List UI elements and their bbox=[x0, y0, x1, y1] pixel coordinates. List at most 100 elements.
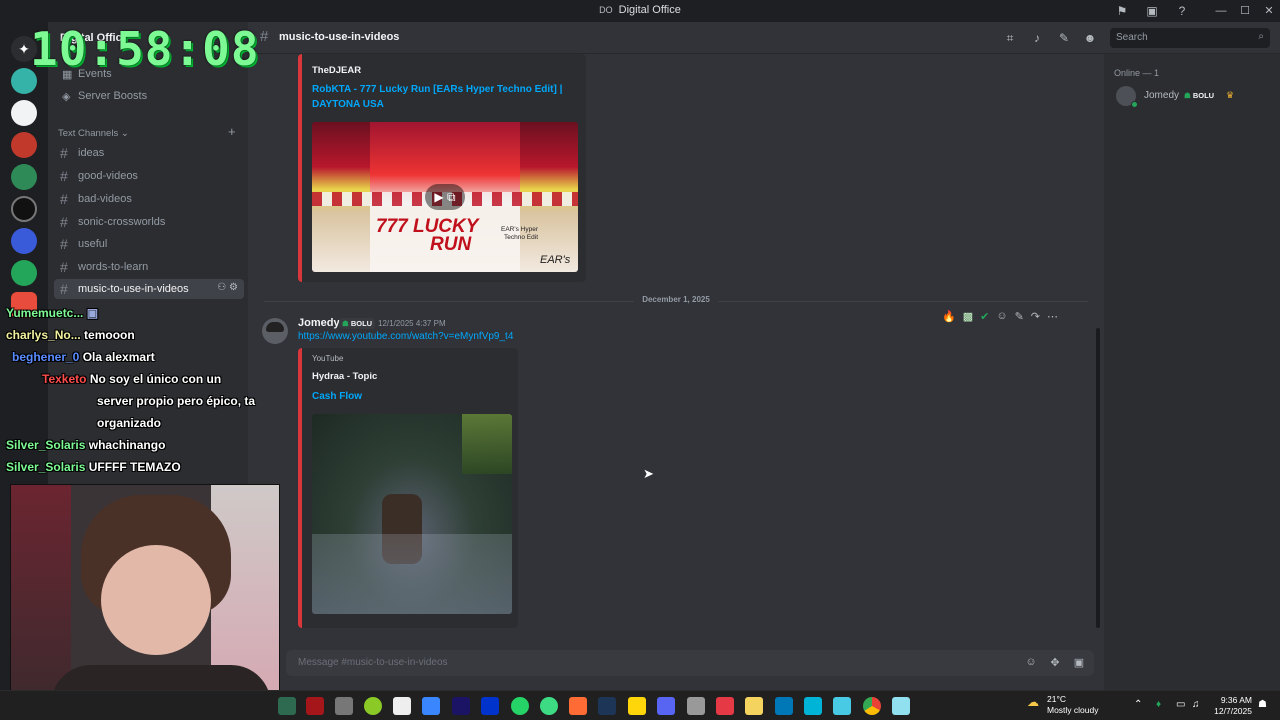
category-text-channels[interactable]: Text Channels ⌄ bbox=[58, 128, 129, 139]
search-input[interactable]: Search ⌕ bbox=[1110, 28, 1270, 48]
pin-icon[interactable]: ✎ bbox=[1056, 30, 1072, 46]
taskbar-app-icon[interactable] bbox=[804, 697, 822, 715]
help-icon[interactable]: ? bbox=[1174, 3, 1190, 19]
role-tag: ☗ BOLU bbox=[339, 318, 376, 329]
taskbar-app-icon[interactable] bbox=[452, 697, 470, 715]
notepad-icon[interactable] bbox=[892, 697, 910, 715]
taskbar: ☁ 21°C Mostly cloudy ⌃ ♦ ▭ ♫ 9:36 AM 12/… bbox=[0, 690, 1280, 720]
add-reaction-icon[interactable]: ☺ bbox=[996, 310, 1007, 322]
clock[interactable]: 9:36 AM 12/7/2025 bbox=[1212, 695, 1252, 717]
gear-icon[interactable]: ⚙ bbox=[229, 282, 238, 293]
chevron-up-icon[interactable]: ⌃ bbox=[1134, 699, 1142, 710]
whatsapp-icon[interactable] bbox=[511, 697, 529, 715]
chrome-icon[interactable] bbox=[863, 697, 881, 715]
taskbar-app-icon[interactable] bbox=[540, 697, 558, 715]
network-icon[interactable]: ▭ bbox=[1176, 699, 1185, 710]
channel-ideas[interactable]: # ideas bbox=[54, 143, 244, 163]
taskbar-app-icon[interactable] bbox=[569, 697, 587, 715]
taskbar-app-icon[interactable] bbox=[393, 697, 411, 715]
microphone-icon[interactable]: ♦ bbox=[1156, 699, 1161, 710]
server-icon[interactable] bbox=[11, 228, 37, 254]
embed-title[interactable]: Cash Flow bbox=[312, 389, 362, 404]
channel-good-videos[interactable]: # good-videos bbox=[54, 166, 244, 186]
chat-user: Silver_Solaris bbox=[6, 438, 86, 452]
chat-line: Silver_Solaris whachinango bbox=[6, 438, 165, 452]
invite-icon[interactable]: ⚇ bbox=[217, 282, 226, 293]
embed-author[interactable]: Hydraa - Topic bbox=[312, 371, 377, 382]
channel-words-to-learn[interactable]: # words-to-learn bbox=[54, 257, 244, 277]
taskbar-app-icon[interactable] bbox=[745, 697, 763, 715]
edit-icon[interactable]: ✎ bbox=[1015, 310, 1024, 323]
taskbar-app-icon[interactable] bbox=[481, 697, 499, 715]
taskbar-app-icon[interactable] bbox=[775, 697, 793, 715]
threads-icon[interactable]: ⌗ bbox=[1002, 30, 1018, 46]
create-channel-button[interactable]: + bbox=[228, 124, 236, 139]
more-icon[interactable]: ⋯ bbox=[1047, 310, 1058, 323]
embed-author[interactable]: TheDJEAR bbox=[312, 65, 361, 76]
video-thumbnail[interactable] bbox=[312, 414, 512, 614]
channel-useful[interactable]: # useful bbox=[54, 234, 244, 254]
minimize-button[interactable]: — bbox=[1210, 2, 1232, 20]
reaction-sticker-icon[interactable]: ▩ bbox=[963, 310, 973, 323]
screen-share-icon[interactable]: ▣ bbox=[1144, 3, 1160, 19]
thumbnail-foliage bbox=[462, 414, 512, 474]
server-icon[interactable] bbox=[11, 260, 37, 286]
sidebar-item-server-boosts[interactable]: ◈ Server Boosts bbox=[56, 86, 244, 106]
avatar[interactable] bbox=[262, 318, 288, 344]
chat-message: No soy el único con un bbox=[89, 372, 222, 386]
taskbar-app-icon[interactable] bbox=[364, 697, 382, 715]
message-input[interactable]: Message #music-to-use-in-videos bbox=[286, 650, 1094, 676]
server-icon[interactable] bbox=[11, 100, 37, 126]
thumbnail-title: 777 LUCKY RUN bbox=[376, 216, 479, 255]
play-icon[interactable]: ▶ ⧉ bbox=[425, 184, 465, 210]
channel-sonic-crossworlds[interactable]: # sonic-crossworlds bbox=[54, 212, 244, 232]
server-icon[interactable] bbox=[11, 132, 37, 158]
taskbar-app-icon[interactable] bbox=[716, 697, 734, 715]
apps-icon[interactable]: ✥ bbox=[1048, 656, 1062, 669]
chat-user: Silver_Solaris bbox=[6, 460, 86, 474]
chat-line: Texketo No soy el único con un bbox=[42, 372, 221, 386]
weather-widget[interactable]: ☁ 21°C Mostly cloudy bbox=[1027, 694, 1099, 716]
embed-title-line-1[interactable]: RobKTA - 777 Lucky Run [EARs Hyper Techn… bbox=[312, 82, 562, 97]
maximize-button[interactable]: ☐ bbox=[1234, 2, 1256, 20]
reaction-check-icon[interactable]: ✔ bbox=[980, 310, 989, 323]
member-name[interactable]: Jomedy bbox=[1144, 90, 1179, 101]
close-button[interactable]: ✕ bbox=[1258, 2, 1280, 20]
taskbar-app-icon[interactable] bbox=[278, 697, 296, 715]
hash-icon: # bbox=[260, 28, 269, 45]
taskbar-app-icon[interactable] bbox=[306, 697, 324, 715]
members-icon[interactable]: ☻ bbox=[1082, 30, 1098, 46]
tag-icon: ☗ bbox=[1184, 91, 1191, 100]
reaction-fire-icon[interactable]: 🔥 bbox=[942, 310, 956, 323]
forward-icon[interactable]: ↷ bbox=[1031, 310, 1040, 323]
chat-emote-icon: ▣ bbox=[86, 306, 99, 320]
flag-icon[interactable]: ⚑ bbox=[1114, 3, 1130, 19]
bell-icon[interactable]: ♪ bbox=[1029, 30, 1045, 46]
channel-music-to-use-in-videos[interactable]: # music-to-use-in-videos ⚇ ⚙ bbox=[54, 279, 244, 299]
online-status-icon bbox=[1131, 101, 1138, 108]
channel-bad-videos[interactable]: # bad-videos bbox=[54, 189, 244, 209]
gift-icon[interactable]: ▣ bbox=[1072, 656, 1086, 669]
video-thumbnail[interactable]: 777 LUCKY RUN EAR's Hyper Techno Edit EAR… bbox=[312, 122, 578, 272]
message-link[interactable]: https://www.youtube.com/watch?v=eMynfVp9… bbox=[298, 331, 513, 342]
discord-taskbar-icon[interactable] bbox=[657, 697, 675, 715]
settings-taskbar-icon[interactable] bbox=[687, 697, 705, 715]
taskbar-app-icon[interactable] bbox=[598, 697, 616, 715]
channel-actions[interactable]: ⚇ ⚙ bbox=[217, 282, 238, 293]
embed-title-line-2[interactable]: DAYTONA USA bbox=[312, 97, 384, 112]
server-icon[interactable] bbox=[11, 196, 37, 222]
hash-icon: # bbox=[60, 145, 68, 161]
emoji-icon[interactable]: ☺ bbox=[1024, 656, 1038, 668]
webcam-person-face bbox=[101, 545, 211, 655]
message-username[interactable]: Jomedy bbox=[298, 317, 340, 329]
taskbar-app-icon[interactable] bbox=[628, 697, 646, 715]
server-icon[interactable] bbox=[11, 164, 37, 190]
volume-icon[interactable]: ♫ bbox=[1192, 699, 1200, 710]
taskbar-app-icon[interactable] bbox=[422, 697, 440, 715]
taskbar-app-icon[interactable] bbox=[335, 697, 353, 715]
scrollbar[interactable] bbox=[1096, 328, 1100, 628]
notification-icon[interactable]: ☗ bbox=[1258, 699, 1267, 710]
search-icon: ⌕ bbox=[1258, 31, 1264, 42]
hash-icon: # bbox=[60, 281, 68, 297]
taskbar-app-icon[interactable] bbox=[833, 697, 851, 715]
